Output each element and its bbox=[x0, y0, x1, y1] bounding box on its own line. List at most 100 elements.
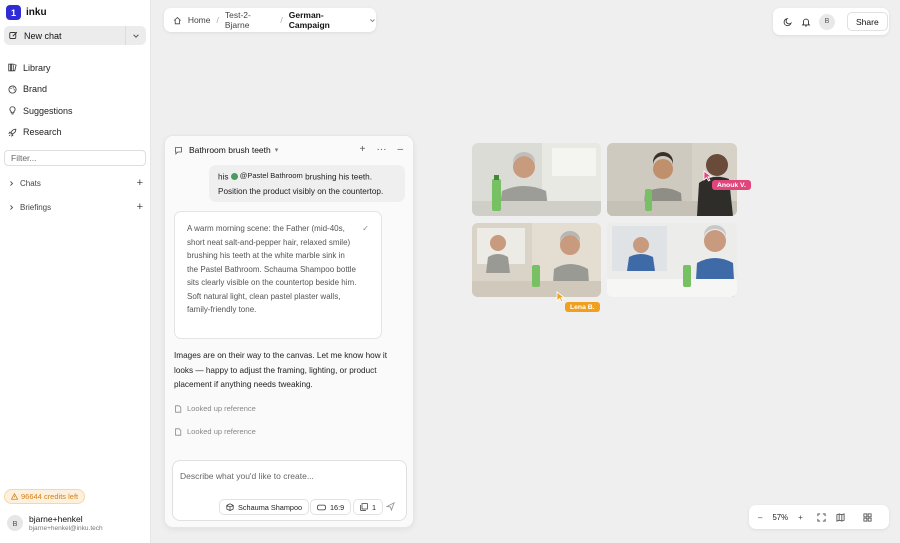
sidebar-nav: Library Brand Suggestions Research bbox=[8, 57, 73, 143]
grid-icon[interactable] bbox=[863, 512, 872, 522]
aspect-ratio-icon bbox=[317, 504, 326, 510]
chat-actions: + ··· – bbox=[360, 144, 403, 155]
tool-call-label: Looked up reference bbox=[187, 404, 256, 413]
user-email: bjarne+henkel@inku.tech bbox=[29, 525, 103, 532]
image-count-label: 1 bbox=[372, 502, 377, 512]
top-right-toolbar: B Share bbox=[773, 8, 889, 35]
mention-chip[interactable]: @Pastel Bathroom bbox=[230, 169, 303, 183]
breadcrumb-home[interactable]: Home bbox=[188, 15, 211, 25]
rocket-icon bbox=[8, 128, 17, 137]
breadcrumb-separator: / bbox=[280, 15, 283, 25]
zoom-level[interactable]: 57% bbox=[772, 513, 788, 522]
section-chats-header[interactable]: Chats bbox=[8, 179, 41, 188]
chevron-right-icon bbox=[10, 205, 14, 210]
credits-badge[interactable]: 96644 credits left bbox=[4, 489, 86, 504]
add-chat-icon[interactable]: + bbox=[137, 178, 143, 189]
tool-call-item[interactable]: Looked up reference bbox=[174, 404, 256, 413]
sidebar-item-label: Research bbox=[23, 127, 62, 138]
section-label: Briefings bbox=[20, 203, 52, 212]
chevron-down-icon[interactable] bbox=[369, 17, 376, 24]
box-icon bbox=[226, 503, 234, 511]
user-message-line2: Position the product visibly on the coun… bbox=[218, 186, 384, 196]
new-chat-dropdown[interactable] bbox=[126, 32, 146, 40]
breadcrumb-current[interactable]: German-Campaign bbox=[289, 10, 363, 30]
filter-input[interactable] bbox=[4, 150, 146, 166]
prompt-text: A warm morning scene: the Father (mid-40… bbox=[187, 224, 357, 314]
sidebar-item-label: Library bbox=[23, 62, 51, 73]
product-pill[interactable]: Schauma Shampoo bbox=[219, 499, 310, 515]
new-chat-label: New chat bbox=[24, 30, 62, 41]
share-button[interactable]: Share bbox=[847, 12, 888, 31]
breadcrumb: Home / Test-2-Bjarne / German-Campaign bbox=[164, 8, 376, 32]
aspect-ratio-label: 16:9 bbox=[330, 502, 345, 512]
warning-icon bbox=[11, 493, 18, 500]
generated-image-1[interactable] bbox=[472, 143, 601, 216]
chat-header: Bathroom brush teeth ▾ + ··· – bbox=[165, 136, 413, 164]
breadcrumb-separator: / bbox=[216, 15, 219, 25]
edit-icon bbox=[9, 31, 18, 39]
credits-text: 96644 credits left bbox=[21, 492, 79, 501]
chat-panel: Bathroom brush teeth ▾ + ··· – his @Past… bbox=[164, 135, 414, 528]
user-message-prefix: his bbox=[218, 172, 229, 182]
sidebar-item-label: Suggestions bbox=[23, 105, 73, 116]
send-icon[interactable] bbox=[385, 501, 395, 513]
section-label: Chats bbox=[20, 179, 41, 188]
app-name: inku bbox=[26, 7, 47, 18]
breadcrumb-project[interactable]: Test-2-Bjarne bbox=[225, 10, 274, 30]
sidebar-item-suggestions[interactable]: Suggestions bbox=[8, 100, 73, 122]
user-message-suffix: brushing his teeth. bbox=[305, 172, 373, 182]
inku-logo-icon: 1 bbox=[6, 5, 21, 20]
zoom-in-icon[interactable]: + bbox=[798, 513, 803, 522]
generated-image-4[interactable] bbox=[607, 223, 737, 297]
image-count-pill[interactable]: 1 bbox=[353, 499, 384, 515]
more-icon[interactable]: ··· bbox=[376, 144, 386, 155]
section-briefings-header[interactable]: Briefings bbox=[8, 203, 51, 212]
composer: Schauma Shampoo 16:9 1 bbox=[172, 460, 407, 521]
user-info: bjarne+henkel bjarne+henkel@inku.tech bbox=[29, 514, 103, 532]
prompt-card: ✓ A warm morning scene: the Father (mid-… bbox=[174, 211, 382, 339]
aspect-ratio-pill[interactable]: 16:9 bbox=[310, 499, 352, 515]
assistant-message: Images are on their way to the canvas. L… bbox=[174, 351, 387, 389]
lightbulb-icon bbox=[9, 106, 16, 115]
avatar: B bbox=[7, 515, 23, 531]
document-icon bbox=[175, 427, 182, 436]
sidebar-item-library[interactable]: Library bbox=[8, 57, 73, 79]
add-briefing-icon[interactable]: + bbox=[137, 202, 143, 213]
palette-icon bbox=[8, 85, 17, 94]
mention-label: @Pastel Bathroom bbox=[239, 171, 303, 180]
sidebar: 1 inku New chat Library Brand Suggestion… bbox=[0, 0, 151, 543]
zoom-toolbar: – 57% + bbox=[749, 505, 889, 529]
tool-call-item[interactable]: Looked up reference bbox=[174, 427, 256, 436]
zoom-out-icon[interactable]: – bbox=[758, 513, 762, 522]
check-icon: ✓ bbox=[362, 224, 369, 233]
brand[interactable]: 1 inku bbox=[6, 5, 47, 20]
user-message: his @Pastel Bathroom brushing his teeth.… bbox=[209, 165, 405, 202]
minimize-icon[interactable]: – bbox=[397, 144, 403, 155]
chevron-down-icon[interactable]: ▾ bbox=[275, 146, 279, 154]
tool-call-label: Looked up reference bbox=[187, 427, 256, 436]
bell-icon[interactable] bbox=[801, 17, 811, 27]
sidebar-item-research[interactable]: Research bbox=[8, 122, 73, 144]
sidebar-item-brand[interactable]: Brand bbox=[8, 79, 73, 101]
new-chat-control: New chat bbox=[4, 26, 146, 45]
add-icon[interactable]: + bbox=[360, 144, 366, 155]
new-chat-button[interactable]: New chat bbox=[4, 31, 125, 41]
fit-screen-icon[interactable] bbox=[817, 512, 826, 522]
library-icon bbox=[8, 63, 17, 72]
map-icon[interactable] bbox=[836, 512, 845, 522]
user-profile[interactable]: B bjarne+henkel bjarne+henkel@inku.tech bbox=[7, 514, 103, 532]
mention-avatar-icon bbox=[230, 172, 238, 180]
chat-title[interactable]: Bathroom brush teeth bbox=[189, 145, 271, 155]
images-icon bbox=[360, 503, 368, 511]
chat-bubble-icon bbox=[175, 146, 182, 155]
section-chats[interactable]: Chats + bbox=[8, 178, 143, 189]
prompt-input[interactable] bbox=[180, 471, 400, 481]
collaborator-cursor-label: Lena B. bbox=[565, 302, 600, 312]
generated-image-3[interactable] bbox=[472, 223, 601, 297]
moon-icon[interactable] bbox=[783, 17, 793, 27]
section-briefings[interactable]: Briefings + bbox=[8, 202, 143, 213]
document-icon bbox=[175, 404, 182, 413]
avatar[interactable]: B bbox=[819, 13, 835, 30]
sidebar-item-label: Brand bbox=[23, 84, 48, 95]
home-icon bbox=[173, 16, 181, 24]
